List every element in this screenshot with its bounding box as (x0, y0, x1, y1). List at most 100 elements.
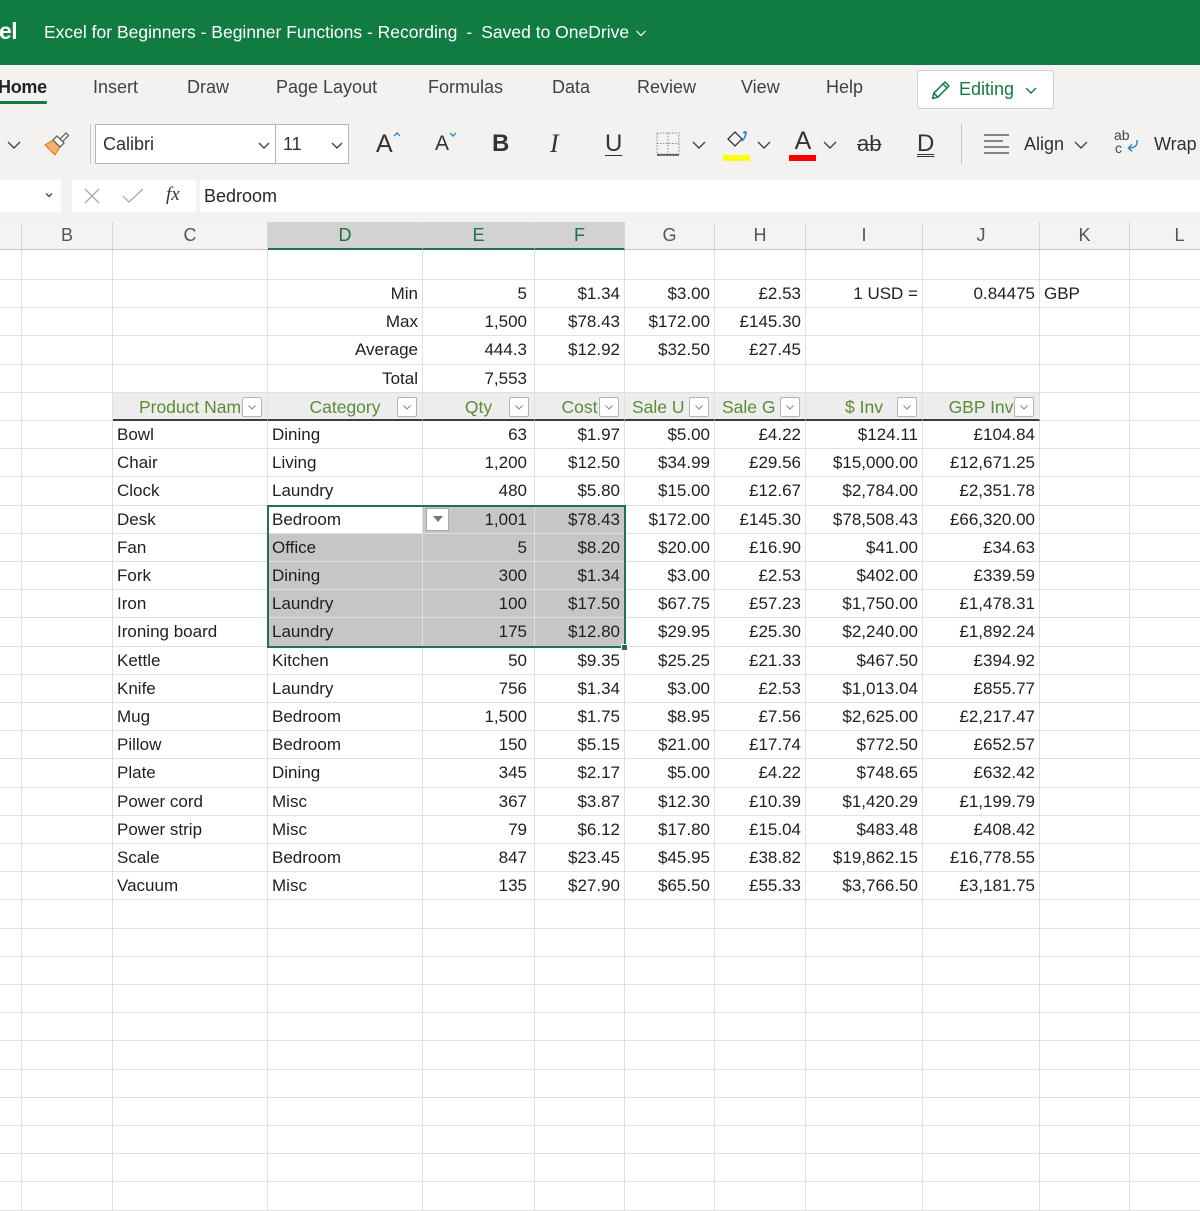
sale-usd-cell[interactable]: $5.00 (625, 759, 715, 788)
cell[interactable] (1130, 477, 1200, 506)
cell[interactable] (625, 900, 715, 929)
gbp-inv-cell[interactable]: £632.42 (923, 759, 1040, 788)
gbp-inv-cell[interactable]: £339.59 (923, 562, 1040, 591)
cell[interactable] (113, 336, 268, 365)
tab-page-layout[interactable]: Page Layout (276, 77, 377, 98)
cell[interactable] (1040, 787, 1130, 816)
column-header-b[interactable]: B (22, 222, 113, 250)
cell[interactable] (1130, 985, 1200, 1014)
summary-label[interactable]: Min (268, 280, 423, 309)
cell[interactable] (22, 1126, 113, 1155)
usd-inv-cell[interactable]: $748.65 (806, 759, 923, 788)
cell[interactable] (0, 336, 22, 365)
cell[interactable] (1040, 900, 1130, 929)
cell[interactable] (423, 1182, 535, 1211)
category-cell[interactable]: Dining (268, 421, 423, 450)
cell[interactable] (625, 1013, 715, 1042)
summary-label[interactable]: Average (268, 336, 423, 365)
product-cell[interactable]: Plate (113, 759, 268, 788)
cell[interactable] (1130, 816, 1200, 844)
editing-mode-button[interactable]: Editing (917, 70, 1054, 109)
category-cell[interactable]: Bedroom (268, 703, 423, 732)
cell[interactable] (1130, 506, 1200, 534)
cell[interactable] (1130, 957, 1200, 985)
cell[interactable] (0, 674, 22, 703)
cost-cell[interactable]: $1.75 (535, 703, 625, 732)
cell[interactable] (806, 1041, 923, 1070)
category-cell[interactable]: Bedroom (268, 844, 423, 873)
cell[interactable] (1130, 647, 1200, 675)
cell[interactable] (22, 505, 113, 534)
cell[interactable] (22, 900, 113, 929)
cost-cell[interactable]: $23.45 (535, 844, 625, 873)
cell[interactable] (806, 364, 923, 393)
cell[interactable] (806, 250, 923, 280)
category-cell[interactable]: Laundry (268, 477, 423, 506)
double-underline-button[interactable]: D (917, 129, 934, 159)
usd-inv-cell[interactable]: $78,508.43 (806, 505, 923, 534)
cell[interactable] (268, 1041, 423, 1070)
product-cell[interactable]: Scale (113, 844, 268, 873)
qty-cell[interactable]: 345 (423, 759, 535, 788)
qty-cell[interactable]: 300 (423, 562, 535, 591)
cost-cell[interactable]: $17.50 (535, 590, 625, 619)
summary-label[interactable]: Max (268, 308, 423, 337)
cell[interactable] (923, 364, 1040, 393)
gbp-inv-cell[interactable]: £104.84 (923, 421, 1040, 450)
qty-cell[interactable]: 5 (423, 533, 535, 562)
cell[interactable] (1040, 646, 1130, 675)
summary-label[interactable]: Total (268, 364, 423, 393)
strikethrough-button[interactable]: ab (857, 129, 881, 159)
name-box[interactable] (0, 180, 61, 212)
cell[interactable] (715, 928, 806, 957)
usd-inv-cell[interactable]: $15,000.00 (806, 449, 923, 478)
cell[interactable] (22, 844, 113, 873)
cell[interactable] (22, 759, 113, 788)
cell[interactable] (1040, 250, 1130, 280)
usd-inv-cell[interactable]: $41.00 (806, 533, 923, 562)
cell[interactable] (0, 1041, 22, 1070)
cell[interactable] (715, 900, 806, 929)
column-header-l[interactable]: L (1130, 222, 1200, 250)
cost-cell[interactable]: $5.15 (535, 731, 625, 760)
cell[interactable] (0, 1013, 22, 1042)
cell[interactable] (1130, 1013, 1200, 1042)
table-header-qty[interactable]: Qty (423, 392, 535, 421)
cell[interactable] (268, 985, 423, 1014)
cell[interactable] (1040, 1097, 1130, 1126)
cell[interactable] (22, 1041, 113, 1070)
product-cell[interactable]: Kettle (113, 646, 268, 675)
usd-inv-cell[interactable]: $1,750.00 (806, 590, 923, 619)
cell[interactable] (625, 985, 715, 1014)
cell[interactable] (0, 731, 22, 760)
cell[interactable] (806, 956, 923, 985)
cell[interactable] (715, 1013, 806, 1042)
summary-sale-gbp[interactable]: £2.53 (715, 280, 806, 309)
cell[interactable] (715, 364, 806, 393)
summary-sale-gbp[interactable]: £27.45 (715, 336, 806, 365)
column-header-g[interactable]: G (625, 222, 715, 250)
cell[interactable] (268, 900, 423, 929)
cell[interactable] (0, 900, 22, 929)
gbp-inv-cell[interactable]: £12,671.25 (923, 449, 1040, 478)
cell[interactable] (923, 250, 1040, 280)
cell[interactable] (1040, 674, 1130, 703)
cell[interactable] (1040, 985, 1130, 1014)
cell[interactable] (268, 928, 423, 957)
cell[interactable] (113, 1182, 268, 1211)
cell[interactable] (22, 703, 113, 732)
gbp-inv-cell[interactable]: £2,217.47 (923, 703, 1040, 732)
category-cell[interactable]: Bedroom (268, 731, 423, 760)
cell[interactable] (1040, 1126, 1130, 1155)
sale-gbp-cell[interactable]: £17.74 (715, 731, 806, 760)
cell[interactable] (268, 1182, 423, 1211)
gbp-inv-cell[interactable]: £34.63 (923, 533, 1040, 562)
qty-cell[interactable]: 1,200 (423, 449, 535, 478)
cell[interactable] (1130, 534, 1200, 562)
sale-gbp-cell[interactable]: £12.67 (715, 477, 806, 506)
cost-cell[interactable]: $1.34 (535, 674, 625, 703)
cancel-icon[interactable] (83, 187, 101, 205)
product-cell[interactable]: Vacuum (113, 872, 268, 901)
cell[interactable] (1130, 562, 1200, 591)
cell[interactable] (1040, 505, 1130, 534)
